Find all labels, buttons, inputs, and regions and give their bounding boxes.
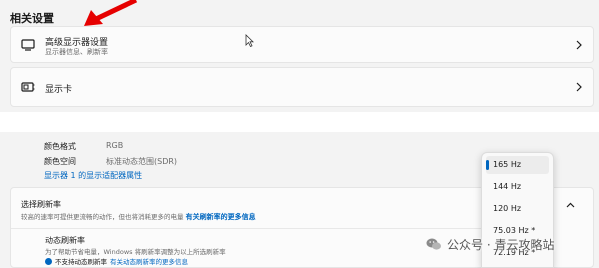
refresh-rate-option[interactable]: 165 Hz bbox=[486, 156, 549, 174]
color-space-value: 标准动态范围(SDR) bbox=[106, 157, 178, 166]
dynamic-refresh-more-info-link[interactable]: 有关动态刷新率的更多信息 bbox=[110, 256, 188, 266]
info-icon bbox=[45, 257, 52, 265]
refresh-rate-description-text: 较高的速率可提供更流畅的动作，但也将消耗更多的电量 bbox=[21, 213, 184, 221]
graphics-card-title: 显示卡 bbox=[45, 85, 73, 95]
monitor-icon bbox=[21, 38, 35, 51]
dynamic-refresh-warning: 不支持动态刷新率 有关动态刷新率的更多信息 bbox=[45, 256, 188, 266]
advanced-display-settings-subtitle: 显示器信息、刷新率 bbox=[45, 48, 108, 56]
refresh-rate-more-info-link[interactable]: 有关刷新率的更多信息 bbox=[186, 213, 256, 221]
graphics-card[interactable]: 显示卡 bbox=[10, 67, 594, 107]
gpu-icon bbox=[21, 82, 35, 92]
chevron-right-icon bbox=[576, 82, 582, 92]
dynamic-refresh-description: 为了帮助节省电量，Windows 将刷新率调整为以上所选刷新率 bbox=[45, 248, 226, 256]
related-settings-heading: 相关设置 bbox=[10, 12, 54, 25]
adapter-properties-link[interactable]: 显示器 1 的显示适配器属性 bbox=[44, 170, 142, 181]
refresh-rate-option[interactable]: 120 Hz bbox=[486, 200, 549, 218]
divider bbox=[11, 228, 481, 229]
color-format-value: RGB bbox=[106, 141, 124, 150]
advanced-display-settings-card[interactable]: 高级显示器设置 显示器信息、刷新率 bbox=[10, 26, 594, 63]
color-format-label: 颜色格式 bbox=[44, 142, 76, 151]
display-settings-page: 相关设置 高级显示器设置 显示器信息、刷新率 显示卡 颜色格式 RGB 颜色空间… bbox=[0, 0, 599, 268]
related-settings-section: 相关设置 高级显示器设置 显示器信息、刷新率 显示卡 bbox=[0, 0, 599, 112]
refresh-rate-title: 选择刷新率 bbox=[21, 200, 61, 209]
mouse-cursor-icon bbox=[245, 34, 254, 47]
color-space-label: 颜色空间 bbox=[44, 157, 76, 166]
wechat-icon bbox=[426, 238, 441, 250]
watermark-text: 公众号 · 青云攻略站 bbox=[447, 237, 555, 252]
watermark: 公众号 · 青云攻略站 bbox=[426, 232, 554, 256]
section-gap bbox=[0, 112, 599, 132]
dynamic-refresh-title: 动态刷新率 bbox=[45, 236, 85, 245]
chevron-right-icon bbox=[576, 40, 582, 49]
chevron-up-icon[interactable] bbox=[566, 202, 575, 208]
refresh-rate-description: 较高的速率可提供更流畅的动作，但也将消耗更多的电量 有关刷新率的更多信息 bbox=[21, 211, 256, 222]
dynamic-refresh-warning-text: 不支持动态刷新率 bbox=[55, 258, 107, 266]
refresh-rate-option[interactable]: 144 Hz bbox=[486, 178, 549, 196]
red-arrow-annotation bbox=[84, 0, 138, 26]
